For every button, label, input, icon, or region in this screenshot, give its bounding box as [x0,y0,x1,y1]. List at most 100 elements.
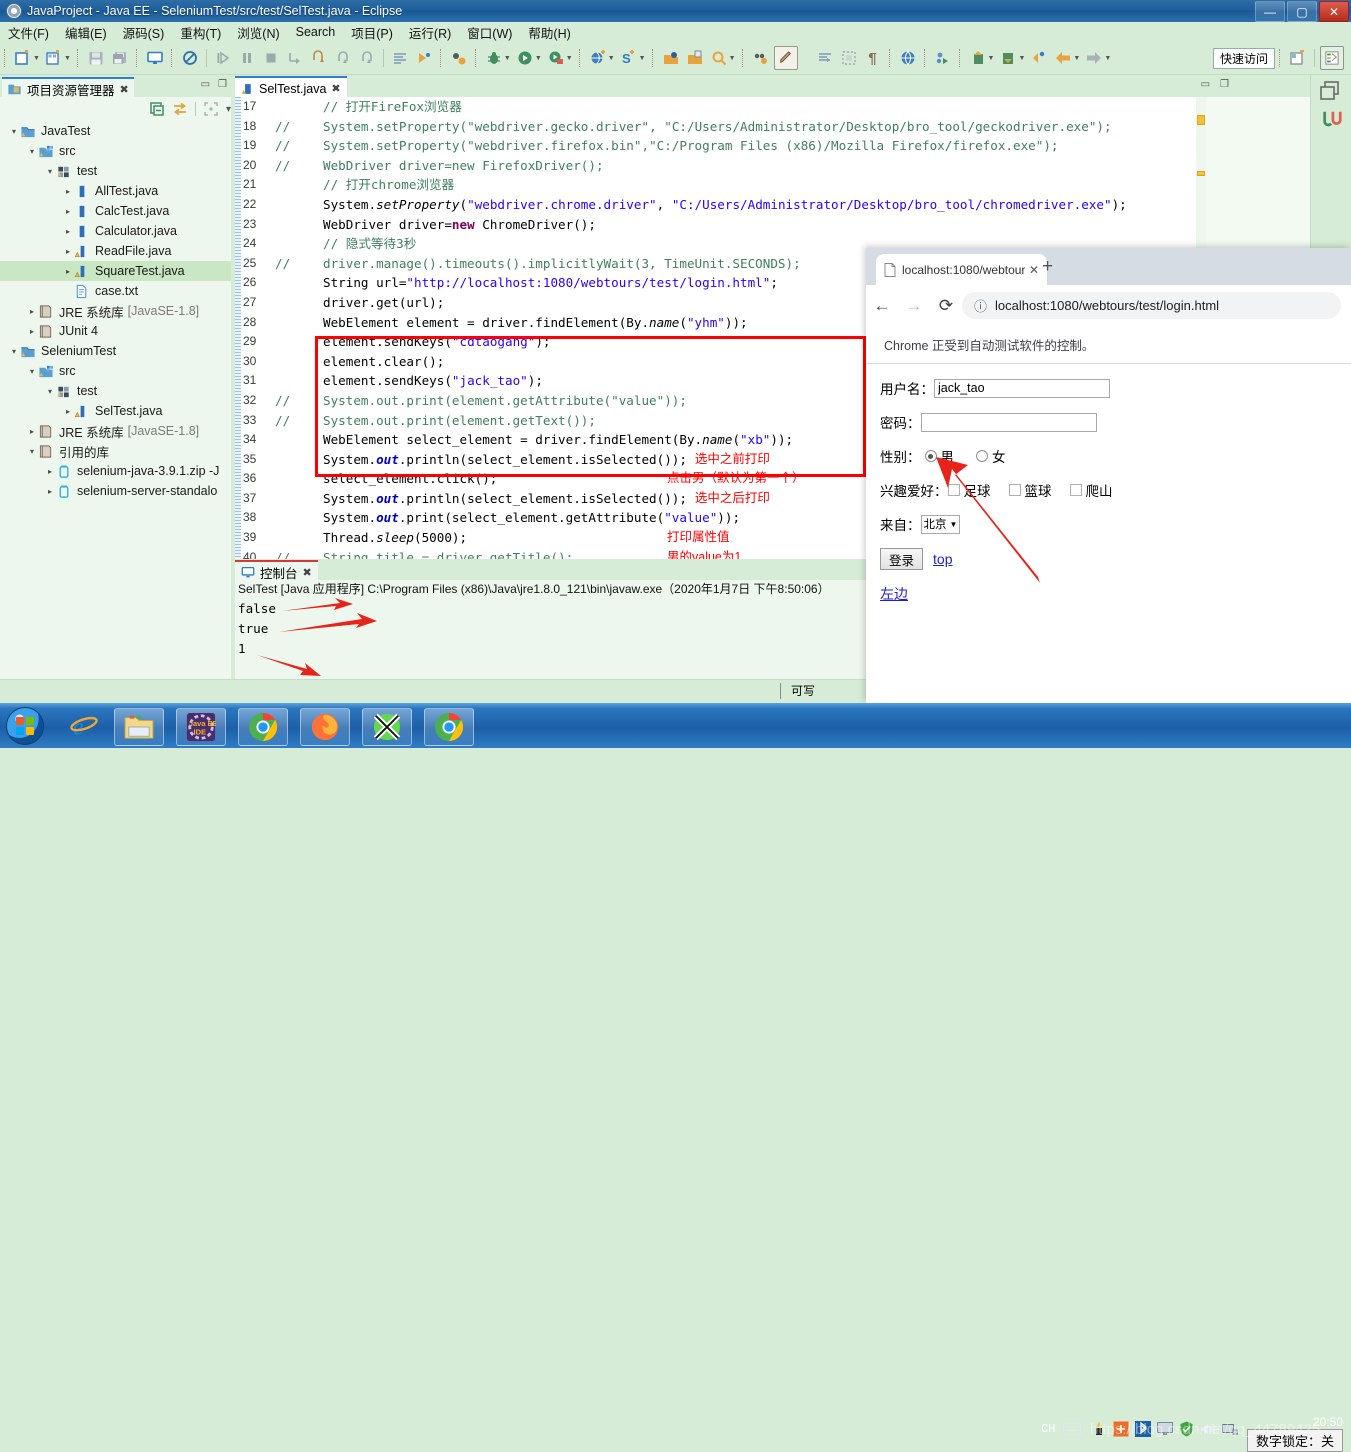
back-arrow-icon[interactable] [1052,47,1074,69]
left-link[interactable]: 左边 [880,584,908,604]
java-ee-perspective-icon[interactable] [1320,46,1344,70]
file-explorer-icon[interactable] [114,708,164,746]
tree-item-jre[interactable]: ▸ JRE 系统库 [JavaSE-1.8] [0,301,231,321]
new-java-project-icon[interactable] [43,47,65,69]
chevron-down-icon[interactable]: ▼ [1104,55,1111,62]
tree-item-test[interactable]: ▾ test [0,381,231,401]
login-button[interactable]: 登录 [880,548,924,570]
chevron-down-icon[interactable]: ▼ [504,55,511,62]
save-icon[interactable] [85,47,107,69]
menu-item-run[interactable]: 运行(R) [401,23,459,42]
tree-item-seleniumtest[interactable]: ▾ SeleniumTest [0,341,231,361]
project-tree[interactable]: ▾ JavaTest ▾ src ▾ test ▸ AllTest.java ▸ CalcTest… [0,121,231,703]
menu-item-search[interactable]: Search [288,25,344,39]
collapse-arrow-icon[interactable]: ▸ [44,487,56,496]
internet-explorer-icon[interactable]: e [60,708,108,744]
tree-item-calculator-java[interactable]: ▸ Calculator.java [0,221,231,241]
back-icon[interactable]: ← [866,296,898,316]
collapse-arrow-icon[interactable]: ▸ [26,307,38,316]
new-tab-button[interactable]: + [1042,257,1053,276]
marker-warning[interactable] [1197,115,1205,125]
collapse-arrow-icon[interactable]: ▸ [62,187,74,196]
open-task-icon[interactable] [684,47,706,69]
expand-arrow-icon[interactable]: ▾ [26,447,38,456]
expand-arrow-icon[interactable]: ▾ [26,367,38,376]
maximize-view-icon[interactable]: ❐ [1220,79,1229,90]
minimize-view-icon[interactable]: ▭ [1201,79,1210,90]
site-info-icon[interactable]: ⓘ [974,296,987,315]
menu-item-refactor[interactable]: 重构(T) [172,23,229,42]
menu-item-project[interactable]: 项目(P) [343,23,401,42]
hobby-option-basketball[interactable]: 篮球 [1008,480,1052,500]
open-perspective-icon[interactable] [1287,47,1309,69]
tree-item-src[interactable]: ▾ src [0,141,231,161]
open-type-icon[interactable] [660,47,682,69]
tab-seltest-java[interactable]: SelTest.java ✖ [235,76,347,99]
address-bar[interactable]: ⓘ localhost:1080/webtours/test/login.htm… [962,292,1341,319]
menu-item-help[interactable]: 帮助(H) [520,23,578,42]
tree-item-seltest-java[interactable]: ▸ SelTest.java [0,401,231,421]
chevron-down-icon[interactable]: ▼ [639,55,646,62]
from-select[interactable]: 北京 ▼ [920,514,961,534]
minimize-view-icon[interactable]: ▭ [201,79,210,90]
tree-item-calctest-java[interactable]: ▸ CalcTest.java [0,201,231,221]
console-icon[interactable] [144,47,166,69]
close-icon[interactable]: ✕ [1029,263,1039,277]
format-icon[interactable] [389,47,411,69]
checkbox-hiking-icon[interactable] [1069,484,1082,496]
collapse-arrow-icon[interactable]: ▸ [62,247,74,256]
hobby-option-football[interactable]: 足球 [947,480,991,500]
new-web-icon[interactable] [587,47,609,69]
tree-item-[interactable]: ▾ 引用的库 [0,441,231,461]
collapse-arrow-icon[interactable]: ▸ [26,427,38,436]
collapse-arrow-icon[interactable]: ▸ [44,467,56,476]
tree-item-src[interactable]: ▾ src [0,361,231,381]
collapse-arrow-icon[interactable]: ▸ [62,407,74,416]
checkbox-football-icon[interactable] [947,484,960,496]
tree-item-selenium-java-3-9-1-zip-j[interactable]: ▸ selenium-java-3.9.1.zip -J [0,461,231,481]
chevron-down-icon[interactable]: ▼ [608,55,615,62]
previous-annotation-icon[interactable] [997,47,1019,69]
search-icon[interactable] [708,47,730,69]
coverage-icon[interactable] [448,47,470,69]
gender-option-female[interactable]: 女 [976,446,1006,466]
edit-icon[interactable] [773,46,798,70]
pilcrow-icon[interactable]: ¶ [862,47,884,69]
chrome-icon-2[interactable] [424,708,474,746]
hobby-option-hiking[interactable]: 爬山 [1069,480,1113,500]
close-button[interactable]: ✕ [1319,1,1349,22]
collapse-arrow-icon[interactable]: ▸ [26,327,38,336]
tree-item-selenium-server-standalo[interactable]: ▸ selenium-server-standalo [0,481,231,501]
expand-arrow-icon[interactable]: ▾ [8,127,20,136]
collapse-arrow-icon[interactable]: ▸ [62,207,74,216]
block-selection-icon[interactable] [838,47,860,69]
expand-arrow-icon[interactable]: ▾ [26,147,38,156]
ime-indicator[interactable]: CH [1041,1422,1055,1436]
tree-item-squaretest-java[interactable]: ▸ SquareTest.java [0,261,231,281]
tree-item-junit-4[interactable]: ▸ JUnit 4 [0,321,231,341]
tree-item-javatest[interactable]: ▾ JavaTest [0,121,231,141]
quick-access-input[interactable]: 快速访问 [1212,47,1275,69]
gender-option-male[interactable]: 男 [924,446,954,466]
username-input[interactable] [934,378,1110,398]
next-annotation-icon[interactable] [967,47,989,69]
restore-views-icon[interactable] [1319,80,1343,104]
firefox-icon[interactable] [300,708,350,746]
checkbox-basketball-icon[interactable] [1008,484,1021,496]
chevron-down-icon[interactable]: ▼ [535,55,542,62]
collapse-arrow-icon[interactable]: ▸ [62,227,74,236]
collapse-all-icon[interactable] [149,101,165,117]
menu-item-edit[interactable]: 编辑(E) [57,23,115,42]
close-icon[interactable]: ✖ [120,83,129,96]
chevron-down-icon[interactable]: ▼ [1073,55,1080,62]
chevron-down-icon[interactable]: ▼ [33,55,40,62]
back-icon[interactable] [1028,47,1050,69]
tab-console[interactable]: 控制台 ✖ [235,560,318,582]
close-icon[interactable]: ✖ [331,82,340,95]
chevron-down-icon[interactable]: ▼ [1018,55,1025,62]
menu-item-window[interactable]: 窗口(W) [459,23,520,42]
java-ee-ide-icon[interactable]: Java EE IDE [176,708,226,746]
save-all-icon[interactable] [109,47,131,69]
tree-item-jre[interactable]: ▸ JRE 系统库 [JavaSE-1.8] [0,421,231,441]
tree-item-test[interactable]: ▾ test [0,161,231,181]
